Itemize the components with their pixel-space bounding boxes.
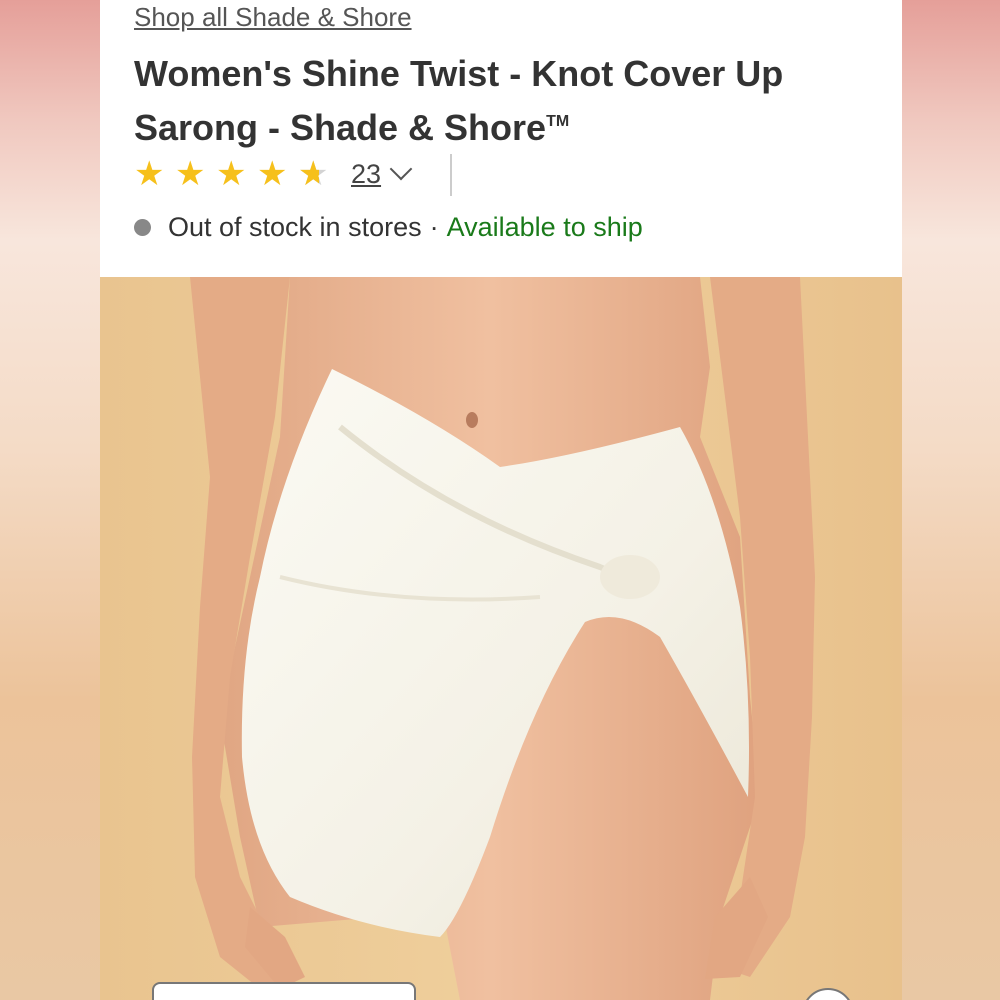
status-dot-icon [134, 219, 151, 236]
product-title-text: Women's Shine Twist - Knot Cover Up Saro… [134, 53, 784, 148]
store-status-text: Out of stock in stores [168, 212, 422, 242]
review-count-link[interactable]: 23 [351, 159, 381, 190]
rating-summary[interactable]: ★ ★ ★ ★ ★ ★ 23 [134, 154, 413, 194]
product-photo-illustration [100, 277, 902, 1000]
vertical-divider [450, 154, 452, 196]
star-icon: ★ [175, 154, 206, 194]
star-icon: ★ [257, 154, 288, 194]
chevron-down-icon[interactable] [389, 157, 413, 181]
status-separator: · [429, 212, 439, 242]
breadcrumb-link[interactable]: Shop all Shade & Shore [134, 2, 412, 33]
bottom-action-button[interactable] [152, 982, 416, 1000]
product-header: Shop all Shade & Shore Women's Shine Twi… [100, 0, 902, 277]
product-image[interactable] [100, 277, 902, 1000]
ship-status-text: Available to ship [446, 212, 643, 242]
star-icon: ★ [216, 154, 247, 194]
left-background-strip [0, 0, 100, 1000]
trademark-mark: TM [546, 113, 570, 130]
availability-status: Out of stock in stores · Available to sh… [134, 212, 643, 243]
half-star-icon: ★ ★ [298, 154, 329, 194]
rating-stars: ★ ★ ★ ★ ★ ★ [134, 154, 339, 194]
product-card: Shop all Shade & Shore Women's Shine Twi… [100, 0, 902, 1000]
right-background-strip [900, 0, 1000, 1000]
product-title: Women's Shine Twist - Knot Cover Up Saro… [134, 50, 894, 152]
star-icon: ★ [134, 154, 165, 194]
